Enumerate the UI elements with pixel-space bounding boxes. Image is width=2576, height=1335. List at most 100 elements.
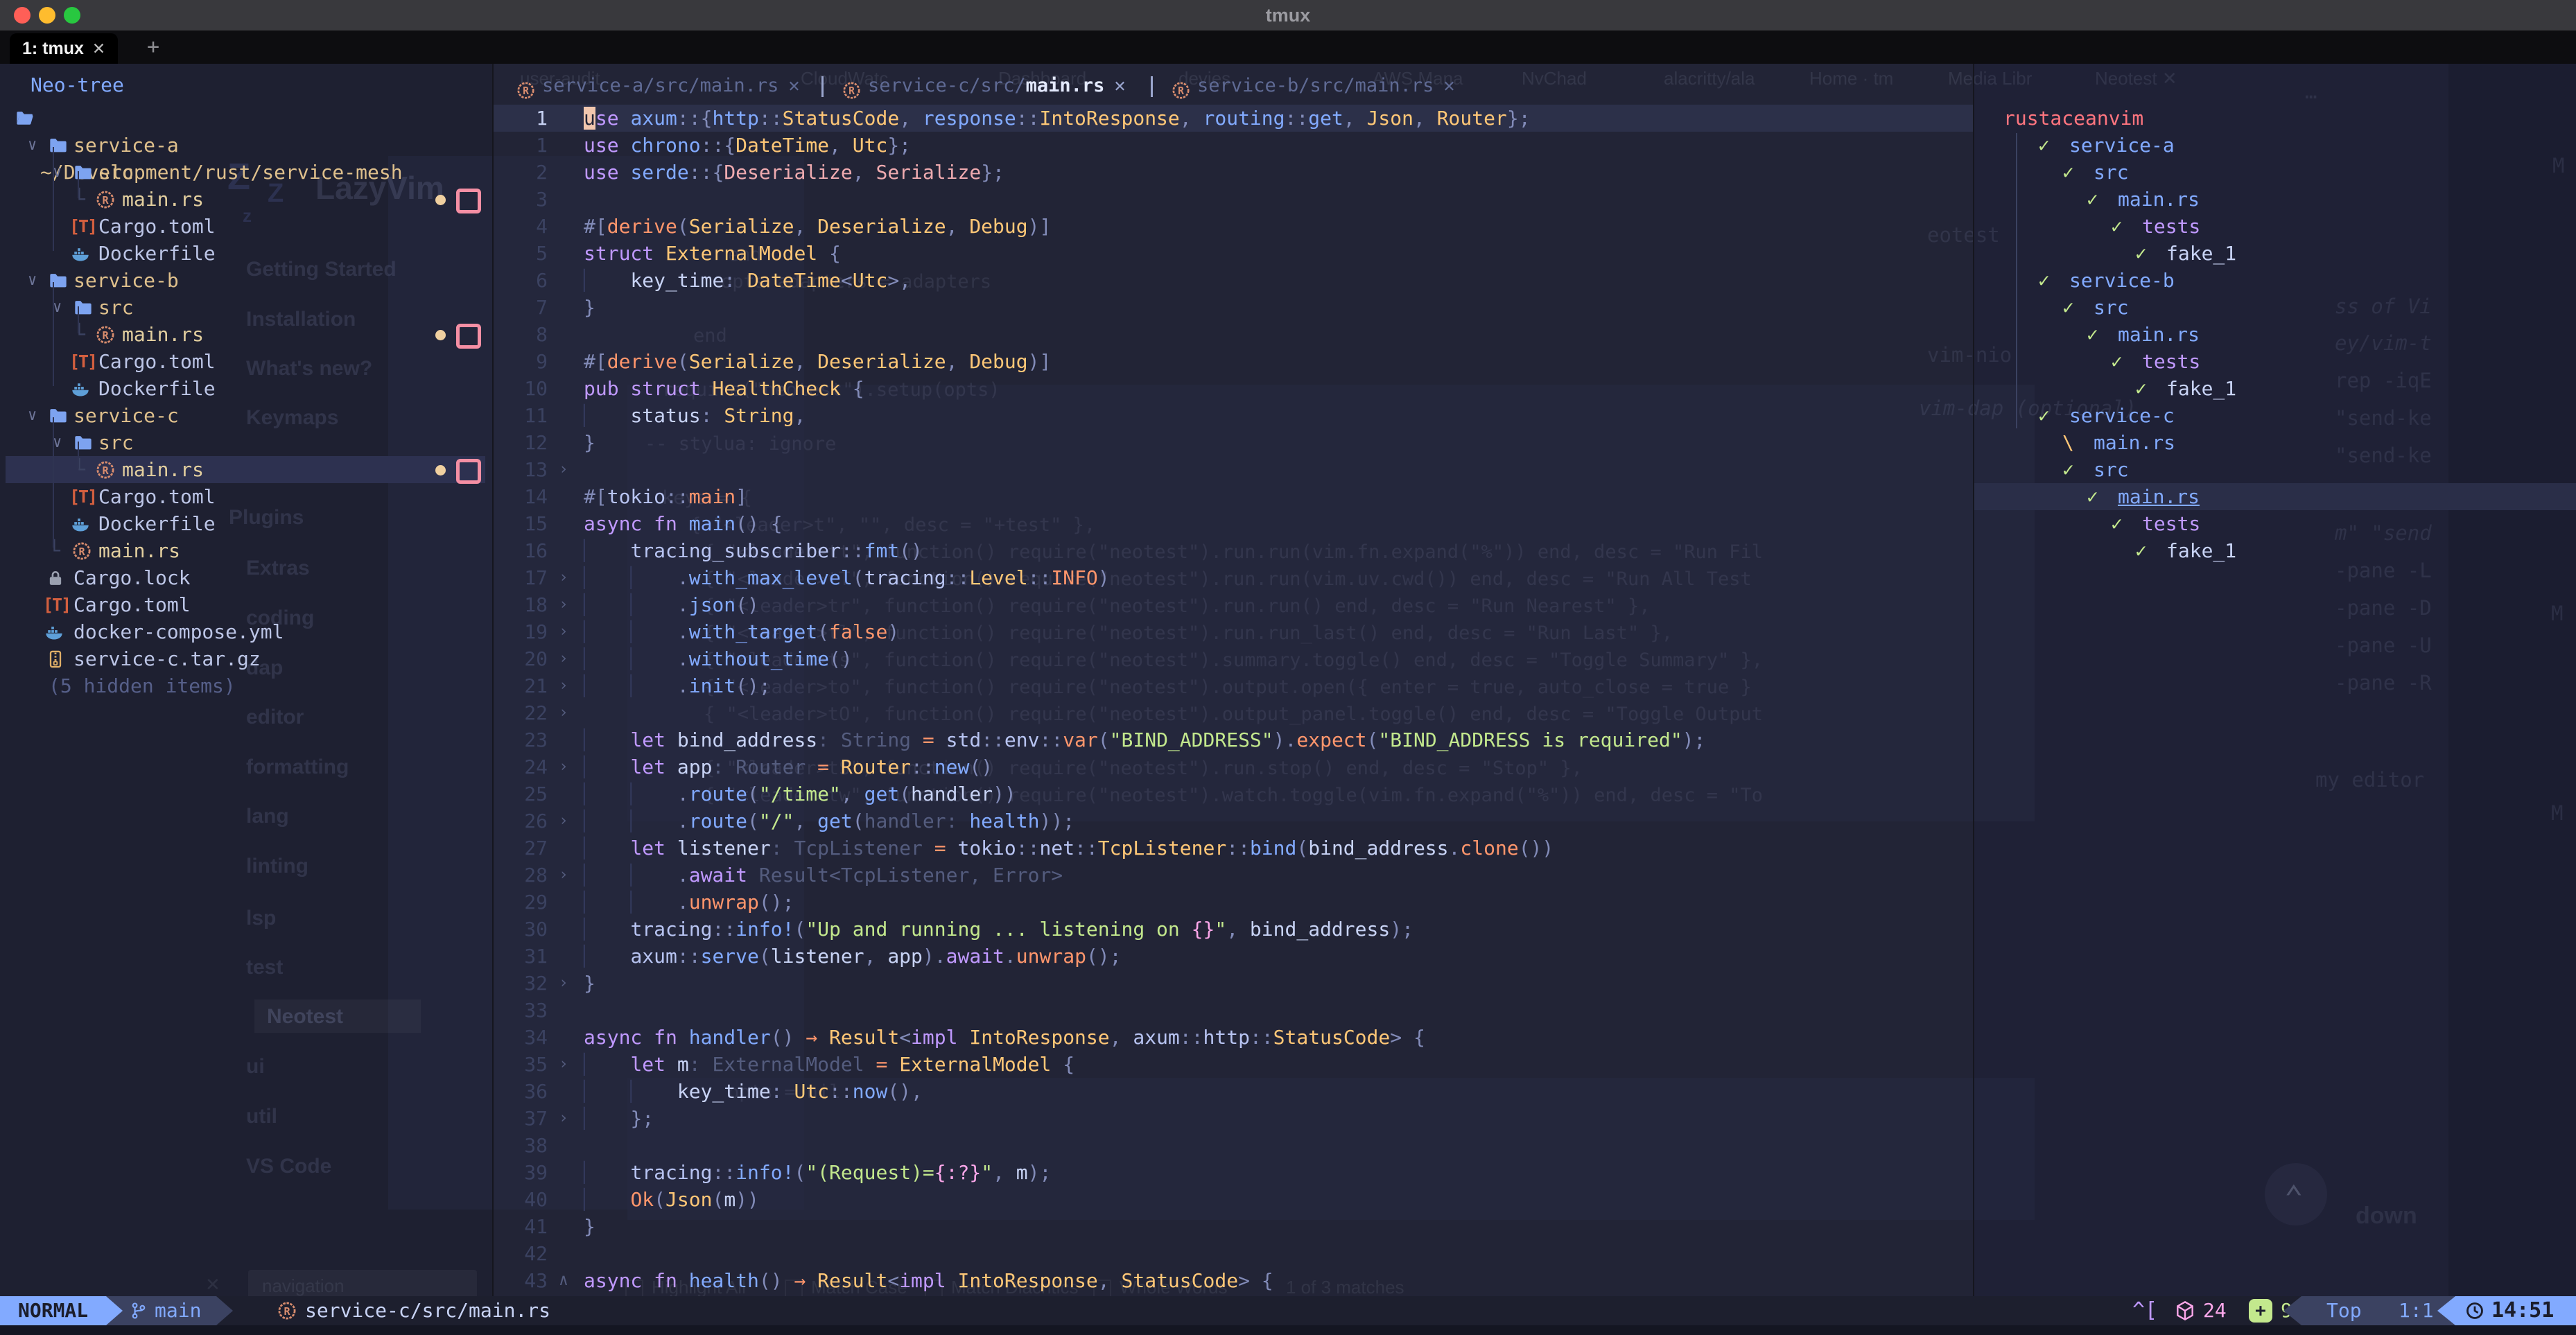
neotree-item-Cargo.toml[interactable]: [T]Cargo.toml <box>0 213 492 240</box>
neotest-item-service-c[interactable]: ✓service-c <box>1974 402 2576 429</box>
fold-marker-icon[interactable]: › <box>559 808 568 835</box>
fold-marker-icon[interactable]: › <box>559 753 568 780</box>
neotest-item-main.rs[interactable]: ✓main.rs <box>1974 483 2576 510</box>
neotree-item-main.rs[interactable]: └main.rs <box>0 186 492 213</box>
neotree-item-Cargo.toml[interactable]: [T]Cargo.toml <box>0 483 492 510</box>
code-line-42: 41} <box>494 1213 1973 1240</box>
code-token: )] <box>1028 215 1052 238</box>
code-line-29: 28›▏ ▏ .await Result<TcpListener, Error> <box>494 862 1973 889</box>
chevron-down-icon[interactable]: ∨ <box>28 132 37 159</box>
close-window-button[interactable] <box>14 7 31 24</box>
neotree-item-docker-compose.yml[interactable]: docker-compose.yml <box>0 618 492 645</box>
buffer-tab-close-icon[interactable]: ✕ <box>778 75 799 96</box>
fold-marker-icon[interactable]: › <box>559 618 568 645</box>
ghost-input-box <box>248 1270 477 1299</box>
neotest-item-main.rs[interactable]: ✓main.rs <box>1974 186 2576 213</box>
fold-marker-icon[interactable]: › <box>559 672 568 699</box>
neotree-item-5hiddenitems[interactable]: (5 hidden items) <box>0 672 492 699</box>
neotree-item-src[interactable]: ∨src <box>0 429 492 456</box>
neotest-item-tests[interactable]: ✓tests <box>1974 348 2576 375</box>
neotest-item-src[interactable]: ✓src <box>1974 159 2576 186</box>
neotree-item-main.rs[interactable]: └main.rs <box>0 321 492 348</box>
neotree-item-Dockerfile[interactable]: Dockerfile <box>0 240 492 267</box>
neotree-item-Cargo.toml[interactable]: [T]Cargo.toml <box>0 591 492 618</box>
neotree-item-service-c.tar.gz[interactable]: service-c.tar.gz <box>0 645 492 672</box>
code-token: impl <box>899 1269 957 1292</box>
code-token: ▏ <box>584 1107 630 1130</box>
code-text: ▏ ▏ .json() <box>584 591 759 618</box>
neotree-item-src[interactable]: ∨src <box>0 294 492 321</box>
chevron-down-icon[interactable]: ∨ <box>28 402 37 429</box>
neotest-item-tests[interactable]: ✓tests <box>1974 510 2576 537</box>
code-token: }; <box>630 1107 654 1130</box>
code-token: ()) <box>1519 837 1554 860</box>
fold-marker-icon[interactable]: › <box>559 591 568 618</box>
tmux-tab-1[interactable]: 1: tmux ✕ <box>10 33 118 64</box>
neotest-item-tests[interactable]: ✓tests <box>1974 213 2576 240</box>
neotest-item-label: tests <box>2142 510 2200 537</box>
buffer-tab-service-a/src/main.rs[interactable]: service-a/src/main.rs✕ <box>516 72 800 100</box>
neotree-item-Cargo.lock[interactable]: Cargo.lock <box>0 564 492 591</box>
buffer-tab-close-icon[interactable]: ✕ <box>1434 75 1454 96</box>
tree-elbow-icon: └ <box>49 537 60 564</box>
buffer-tab-service-c/src/main.rs[interactable]: service-c/src/main.rs✕ <box>842 72 1126 100</box>
code-token: " <box>1215 918 1226 941</box>
code-token: . <box>677 810 689 832</box>
fold-marker-icon[interactable]: › <box>559 862 568 889</box>
minimize-window-button[interactable] <box>39 7 55 24</box>
code-text: ▏ let app: Router = Router::new() <box>584 753 993 780</box>
fold-marker-icon[interactable]: ∧ <box>559 1267 568 1294</box>
neotree-item-service-b[interactable]: ∨service-b <box>0 267 492 294</box>
neotest-item-label: fake_1 <box>2166 240 2236 267</box>
code-token: = <box>864 1053 900 1076</box>
neotest-item-main.rs[interactable]: ✓main.rs <box>1974 321 2576 348</box>
neotest-item-main.rs[interactable]: \main.rs <box>1974 429 2576 456</box>
neotest-item-fake_1[interactable]: ✓fake_1 <box>1974 375 2576 402</box>
code-token: } <box>584 1215 595 1238</box>
ghost-text: down <box>2356 1203 2417 1230</box>
neotest-item-fake_1[interactable]: ✓fake_1 <box>1974 537 2576 564</box>
code-token: routing <box>1203 107 1285 130</box>
neotest-item-src[interactable]: ✓src <box>1974 294 2576 321</box>
fold-marker-icon[interactable]: › <box>559 645 568 672</box>
code-line-11: 10pub struct HealthCheck { <box>494 375 1973 402</box>
neotest-item-fake_1[interactable]: ✓fake_1 <box>1974 240 2576 267</box>
neotree-item-Dockerfile[interactable]: Dockerfile <box>0 375 492 402</box>
neotree-item-Dockerfile[interactable]: Dockerfile <box>0 510 492 537</box>
fold-marker-icon[interactable]: › <box>559 970 568 997</box>
fold-marker-icon[interactable]: › <box>559 1051 568 1078</box>
buffer-tab-close-icon[interactable]: ✕ <box>1104 75 1125 96</box>
neotree-item-main.rs[interactable]: └main.rs <box>0 537 492 564</box>
tmux-tab-label: 1: tmux <box>22 39 84 58</box>
neotest-item-label: main.rs <box>2118 186 2200 213</box>
tmux-new-tab-button[interactable]: + <box>147 30 159 64</box>
tmux-tab-close-icon[interactable]: ✕ <box>92 40 105 58</box>
code-token: , <box>1110 1026 1133 1049</box>
fold-marker-icon[interactable]: › <box>559 1105 568 1132</box>
fold-marker-icon[interactable]: › <box>559 564 568 591</box>
neotree-item-Cargo.toml[interactable]: [T]Cargo.toml <box>0 348 492 375</box>
segment-arrow-icon <box>2283 1296 2301 1325</box>
neotest-item-src[interactable]: ✓src <box>1974 456 2576 483</box>
fold-marker-icon[interactable]: › <box>559 456 568 483</box>
neotree-item-src[interactable]: ∨src <box>0 159 492 186</box>
buffer-tab-service-b/src/main.rs[interactable]: service-b/src/main.rs✕ <box>1172 72 1455 100</box>
code-text: ▏ status: String, <box>584 402 806 429</box>
code-text: ▏ ▏ .with_target(false) <box>584 618 899 645</box>
neotree-item-service-c[interactable]: ∨service-c <box>0 402 492 429</box>
maximize-window-button[interactable] <box>64 7 80 24</box>
neotree-item-main.rs[interactable]: └main.rs <box>0 456 492 483</box>
neotree-item-service-a[interactable]: ∨service-a <box>0 132 492 159</box>
neotest-item-service-a[interactable]: ✓service-a <box>1974 132 2576 159</box>
code-token: with_target <box>689 620 817 643</box>
code-text: ▏ }; <box>584 1105 654 1132</box>
code-token: ▏ ▏ <box>584 674 677 697</box>
neotest-item-service-b[interactable]: ✓service-b <box>1974 267 2576 294</box>
neotree-root-folder[interactable]: ~/Development/rust/service-mesh <box>0 105 492 132</box>
code-token: { <box>841 377 864 400</box>
fold-marker-icon[interactable]: › <box>559 699 568 726</box>
code-text: ▏ ▏ .route("/time", get(handler)) <box>584 780 1016 808</box>
code-token: () <box>969 756 993 778</box>
code-token: ( <box>747 810 759 832</box>
chevron-down-icon[interactable]: ∨ <box>28 267 37 294</box>
